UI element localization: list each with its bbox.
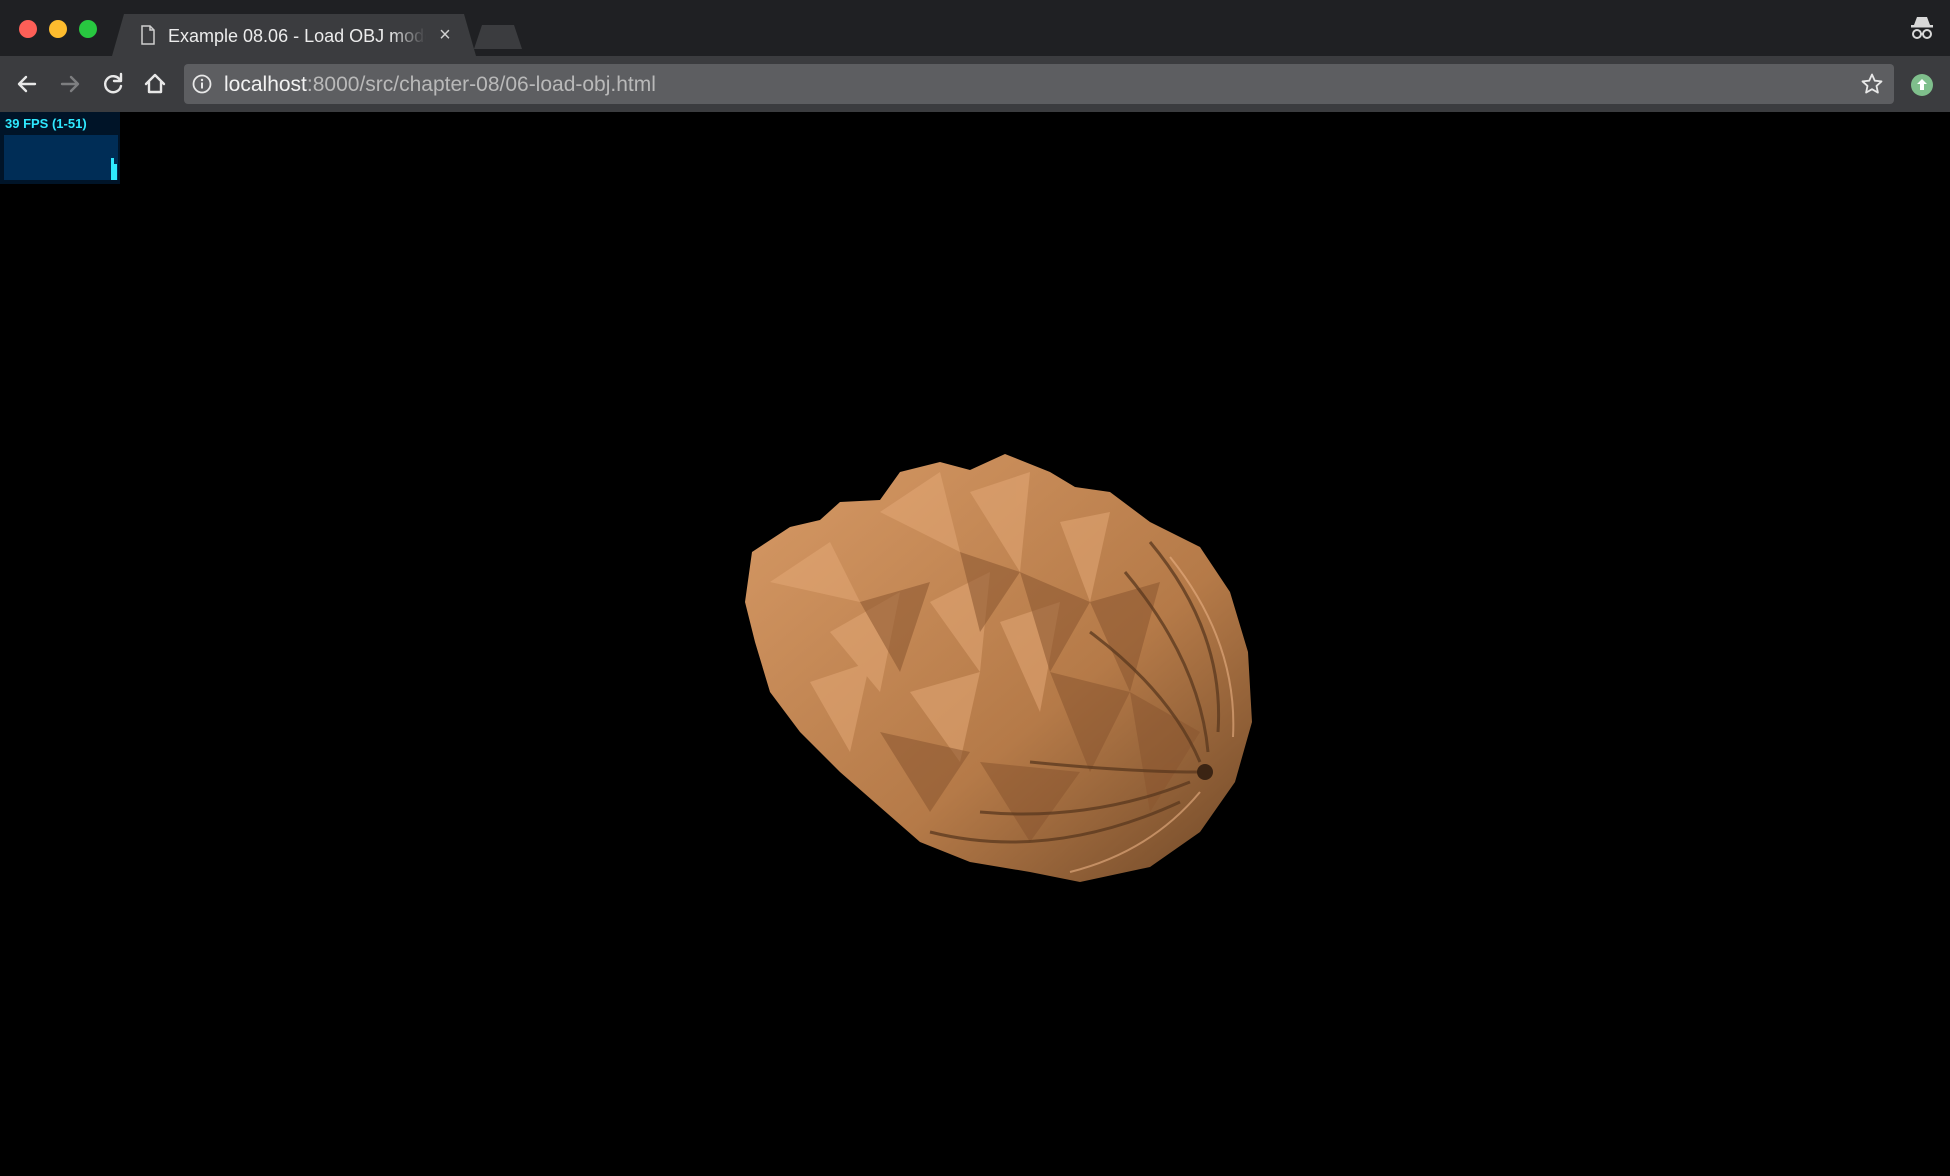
- faceted-pinecone-model: [745, 454, 1252, 882]
- url-path: :8000/src/chapter-08/06-load-obj.html: [306, 73, 656, 96]
- tab-active[interactable]: Example 08.06 - Load OBJ model ×: [112, 14, 476, 56]
- arrow-left-icon[interactable]: [13, 70, 41, 98]
- fps-readout: 39 FPS (1-51): [5, 116, 87, 131]
- info-icon[interactable]: [192, 74, 212, 94]
- star-icon[interactable]: [1860, 72, 1884, 96]
- address-bar[interactable]: localhost:8000/src/chapter-08/06-load-ob…: [184, 64, 1894, 104]
- window-minimize-button[interactable]: [49, 20, 67, 38]
- tab-close-button[interactable]: ×: [434, 24, 456, 46]
- fps-stats-panel[interactable]: 39 FPS (1-51): [0, 112, 120, 184]
- webgl-canvas[interactable]: 39 FPS (1-51): [0, 112, 1950, 1176]
- window-maximize-button[interactable]: [79, 20, 97, 38]
- window-close-button[interactable]: [19, 20, 37, 38]
- fps-graph: [4, 135, 118, 180]
- fps-graph-bar: [114, 164, 117, 180]
- url-host: localhost: [224, 73, 307, 96]
- home-icon[interactable]: [141, 70, 169, 98]
- reload-icon[interactable]: [99, 70, 127, 98]
- tab-title: Example 08.06 - Load OBJ model: [168, 26, 426, 46]
- browser-titlebar: Example 08.06 - Load OBJ model ×: [0, 0, 1950, 56]
- document-icon: [140, 25, 156, 45]
- green-upload-icon[interactable]: [1910, 73, 1934, 97]
- new-tab-button[interactable]: [474, 25, 522, 49]
- url-text[interactable]: localhost:8000/src/chapter-08/06-load-ob…: [224, 73, 656, 97]
- browser-toolbar: localhost:8000/src/chapter-08/06-load-ob…: [0, 56, 1950, 112]
- incognito-icon: [1911, 17, 1933, 39]
- arrow-right-icon[interactable]: [56, 70, 84, 98]
